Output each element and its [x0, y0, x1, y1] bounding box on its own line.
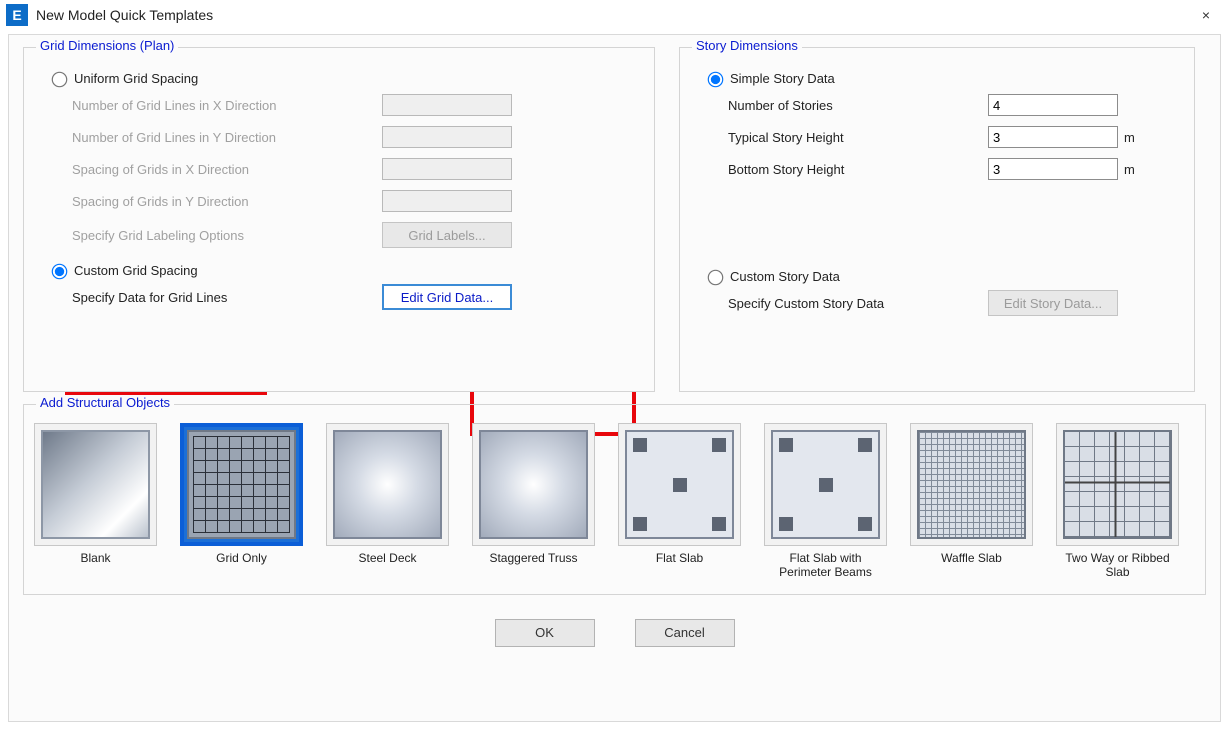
template-two-way-ribbed-label: Two Way or Ribbed Slab [1056, 552, 1179, 580]
edit-story-data-button: Edit Story Data... [988, 290, 1118, 316]
custom-story-radio[interactable] [708, 270, 724, 286]
num-stories-input[interactable] [988, 94, 1118, 116]
template-steel-deck-label: Steel Deck [358, 552, 416, 566]
grid-labels-button: Grid Labels... [382, 222, 512, 248]
num-x-input [382, 94, 512, 116]
specify-custom-story-label: Specify Custom Story Data [728, 296, 988, 311]
add-structural-objects-group: Add Structural Objects Blank Grid Only S… [23, 404, 1206, 595]
story-dimensions-group: Story Dimensions Simple Story Data Numbe… [679, 47, 1195, 392]
template-staggered-truss-label: Staggered Truss [489, 552, 577, 566]
add-structural-objects-legend: Add Structural Objects [36, 395, 174, 410]
bottom-height-label: Bottom Story Height [728, 162, 988, 177]
template-flat-slab[interactable] [618, 423, 741, 546]
spacing-y-label: Spacing of Grids in Y Direction [72, 194, 382, 209]
template-flat-slab-label: Flat Slab [656, 552, 703, 566]
template-waffle-slab[interactable] [910, 423, 1033, 546]
template-blank[interactable] [34, 423, 157, 546]
typical-height-label: Typical Story Height [728, 130, 988, 145]
template-staggered-truss[interactable] [472, 423, 595, 546]
template-steel-deck[interactable] [326, 423, 449, 546]
dialog-body: Grid Dimensions (Plan) Uniform Grid Spac… [8, 34, 1221, 722]
bottom-height-unit: m [1124, 162, 1135, 177]
simple-story-label: Simple Story Data [730, 71, 835, 86]
uniform-grid-radio[interactable] [52, 72, 68, 88]
spacing-y-input [382, 190, 512, 212]
grid-dimensions-group: Grid Dimensions (Plan) Uniform Grid Spac… [23, 47, 655, 392]
template-flat-slab-perimeter-label: Flat Slab with Perimeter Beams [764, 552, 887, 580]
template-flat-slab-perimeter[interactable] [764, 423, 887, 546]
ok-button[interactable]: OK [495, 619, 595, 647]
edit-grid-data-button[interactable]: Edit Grid Data... [382, 284, 512, 310]
template-grid-only-label: Grid Only [216, 552, 267, 566]
cancel-button[interactable]: Cancel [635, 619, 735, 647]
close-button[interactable]: × [1189, 3, 1223, 27]
template-two-way-ribbed[interactable] [1056, 423, 1179, 546]
num-stories-label: Number of Stories [728, 98, 988, 113]
grid-dimensions-legend: Grid Dimensions (Plan) [36, 38, 178, 53]
bottom-height-input[interactable] [988, 158, 1118, 180]
num-x-label: Number of Grid Lines in X Direction [72, 98, 382, 113]
window-title: New Model Quick Templates [36, 7, 1189, 23]
spacing-x-input [382, 158, 512, 180]
custom-grid-radio[interactable] [52, 264, 68, 280]
specify-grid-data-label: Specify Data for Grid Lines [72, 290, 382, 305]
typical-height-unit: m [1124, 130, 1135, 145]
template-blank-label: Blank [80, 552, 110, 566]
typical-height-input[interactable] [988, 126, 1118, 148]
grid-labeling-label: Specify Grid Labeling Options [72, 228, 382, 243]
custom-story-label: Custom Story Data [730, 269, 840, 284]
uniform-grid-label: Uniform Grid Spacing [74, 71, 198, 86]
title-bar: E New Model Quick Templates × [0, 0, 1229, 30]
custom-grid-label: Custom Grid Spacing [74, 263, 198, 278]
app-icon: E [6, 4, 28, 26]
spacing-x-label: Spacing of Grids in X Direction [72, 162, 382, 177]
story-dimensions-legend: Story Dimensions [692, 38, 802, 53]
template-grid-only[interactable] [180, 423, 303, 546]
simple-story-radio[interactable] [708, 72, 724, 88]
num-y-input [382, 126, 512, 148]
template-waffle-slab-label: Waffle Slab [941, 552, 1002, 566]
num-y-label: Number of Grid Lines in Y Direction [72, 130, 382, 145]
